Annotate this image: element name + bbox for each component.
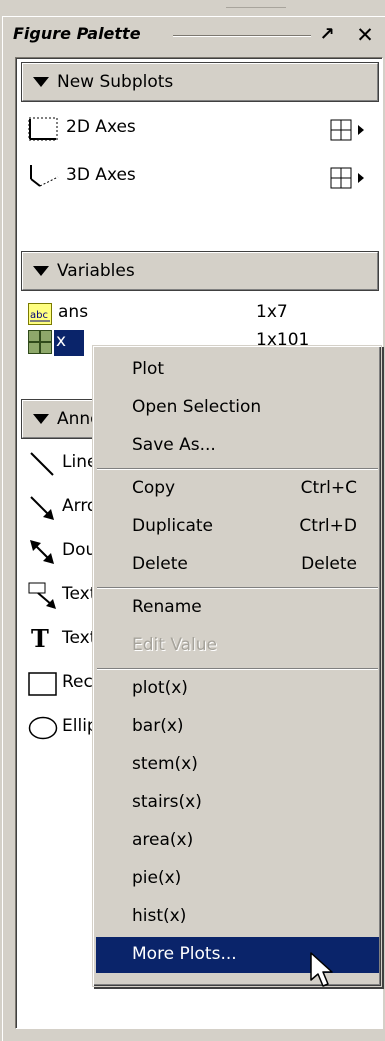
undock-button[interactable]: ↗ [313, 21, 341, 49]
menu-item-stem-x[interactable]: stem(x) [96, 747, 379, 783]
menu-item-stairs-x[interactable]: stairs(x) [96, 785, 379, 821]
text-box-icon: T [28, 624, 56, 657]
section-variables[interactable]: Variables [21, 251, 379, 291]
title-divider [173, 35, 311, 37]
grid-layout-icon[interactable] [330, 119, 370, 146]
collapse-triangle-icon [33, 266, 49, 276]
ellipse-icon [28, 716, 58, 745]
list-item-3d-axes-label: 3D Axes [66, 165, 136, 185]
top-strip-notch [226, 0, 286, 8]
menu-separator [97, 468, 378, 470]
menu-item-bar-x[interactable]: bar(x) [96, 709, 379, 745]
section-new-subplots-label: New Subplots [57, 72, 174, 92]
menu-item-shortcut: Delete [301, 554, 357, 574]
menu-item-label: area(x) [132, 830, 194, 850]
mouse-cursor-icon [310, 952, 336, 997]
menu-item-area-x[interactable]: area(x) [96, 823, 379, 859]
menu-item-label: Save As... [132, 435, 216, 455]
menu-item-label: Delete [132, 554, 188, 574]
line-icon [28, 450, 56, 483]
menu-item-plot[interactable]: Plot [96, 352, 379, 388]
svg-text:abc: abc [30, 310, 48, 321]
menu-item-label: stem(x) [132, 754, 198, 774]
rectangle-icon [28, 672, 58, 701]
menu-separator [97, 668, 378, 670]
text-arrow-icon [28, 582, 58, 615]
menu-item-label: stairs(x) [132, 792, 202, 812]
menu-item-save-as[interactable]: Save As... [96, 428, 379, 464]
menu-item-label: More Plots... [132, 944, 237, 964]
palette-titlebar: Figure Palette ↗ ✕ [3, 17, 384, 53]
variable-name: ans [58, 302, 89, 322]
variable-row-ans[interactable]: abc ans 1x7 [22, 297, 378, 329]
collapse-triangle-icon [33, 414, 49, 424]
menu-item-label: hist(x) [132, 906, 187, 926]
section-new-subplots[interactable]: New Subplots [21, 62, 379, 102]
variable-size: 1x7 [256, 302, 288, 322]
menu-item-label: Open Selection [132, 397, 262, 417]
menu-item-duplicate[interactable]: Duplicate Ctrl+D [96, 509, 379, 545]
menu-item-label: Edit Value [132, 635, 218, 655]
top-strip [0, 0, 385, 16]
svg-text:T: T [31, 624, 49, 652]
menu-item-open-selection[interactable]: Open Selection [96, 390, 379, 426]
grid-layout-icon[interactable] [330, 167, 370, 194]
char-array-icon: abc [28, 303, 52, 330]
menu-item-edit-value: Edit Value [96, 628, 379, 664]
list-item-2d-axes[interactable]: 2D Axes [22, 107, 378, 151]
menu-item-shortcut: Ctrl+D [299, 516, 357, 536]
menu-item-shortcut: Ctrl+C [300, 478, 357, 498]
double-arrow-icon [28, 538, 56, 571]
menu-separator [97, 587, 378, 589]
menu-item-delete[interactable]: Delete Delete [96, 547, 379, 583]
list-item-3d-axes[interactable]: 3D Axes [22, 155, 378, 199]
variable-name: x [54, 330, 84, 356]
menu-item-more-plots[interactable]: More Plots... [96, 937, 379, 973]
section-variables-label: Variables [57, 261, 135, 281]
menu-item-hist-x[interactable]: hist(x) [96, 899, 379, 935]
menu-item-label: Duplicate [132, 516, 213, 536]
menu-item-label: Rename [132, 597, 202, 617]
menu-item-label: Plot [132, 359, 165, 379]
palette-title: Figure Palette [13, 24, 141, 43]
matrix-icon [28, 330, 52, 359]
variable-context-menu: Plot Open Selection Save As... Copy Ctrl+… [92, 345, 382, 987]
2d-axes-icon [28, 117, 58, 146]
menu-item-plot-x[interactable]: plot(x) [96, 671, 379, 707]
list-item-2d-axes-label: 2D Axes [66, 117, 136, 137]
menu-item-label: pie(x) [132, 868, 182, 888]
arrow-icon [28, 494, 56, 527]
3d-axes-icon [28, 163, 60, 194]
menu-item-label: bar(x) [132, 716, 184, 736]
close-button[interactable]: ✕ [351, 21, 379, 49]
menu-item-label: plot(x) [132, 678, 188, 698]
menu-item-label: Copy [132, 478, 176, 498]
menu-item-pie-x[interactable]: pie(x) [96, 861, 379, 897]
menu-item-rename[interactable]: Rename [96, 590, 379, 626]
menu-item-copy[interactable]: Copy Ctrl+C [96, 471, 379, 507]
collapse-triangle-icon [33, 77, 49, 87]
